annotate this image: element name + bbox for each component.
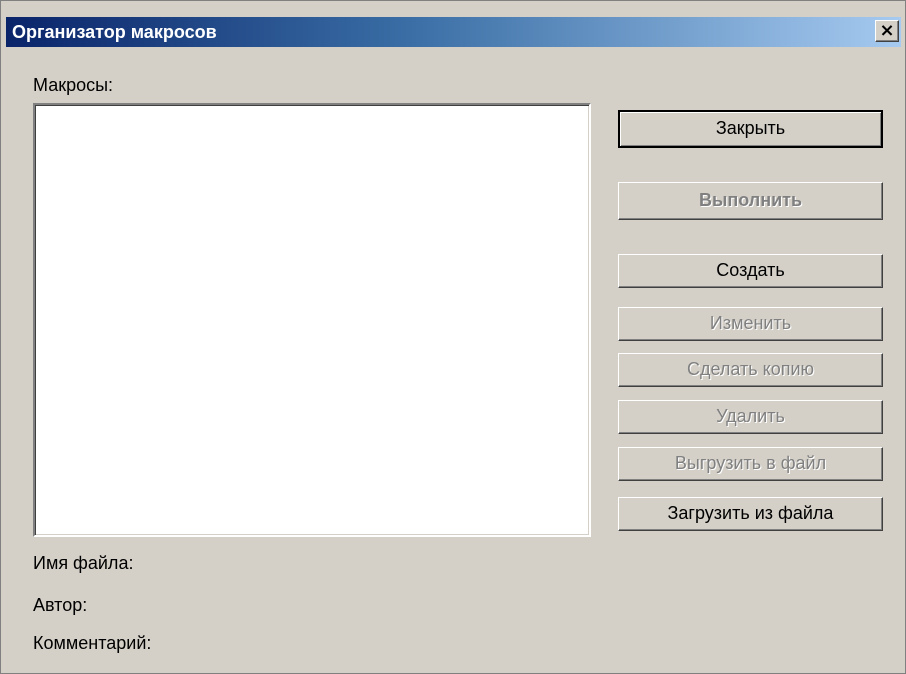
close-button[interactable]: Закрыть bbox=[618, 110, 883, 148]
delete-button[interactable]: Удалить bbox=[618, 400, 883, 434]
run-button[interactable]: Выполнить bbox=[618, 182, 883, 220]
export-to-file-button[interactable]: Выгрузить в файл bbox=[618, 447, 883, 481]
author-label: Автор: bbox=[33, 595, 88, 615]
macros-label: Макросы: bbox=[33, 75, 114, 95]
comment-label: Комментарий: bbox=[33, 633, 152, 653]
import-from-file-button[interactable]: Загрузить из файла bbox=[618, 497, 883, 531]
window-title: Организатор макросов bbox=[12, 22, 217, 42]
title-bar[interactable]: Организатор макросов × bbox=[6, 17, 901, 47]
filename-label: Имя файла: bbox=[33, 553, 134, 573]
macros-listbox[interactable] bbox=[33, 103, 591, 537]
macro-organizer-dialog: Организатор макросов × Макросы: Закрыть … bbox=[0, 0, 906, 674]
close-icon[interactable]: × bbox=[875, 20, 899, 42]
edit-button[interactable]: Изменить bbox=[618, 307, 883, 341]
copy-button[interactable]: Сделать копию bbox=[618, 353, 883, 387]
create-button[interactable]: Создать bbox=[618, 254, 883, 288]
